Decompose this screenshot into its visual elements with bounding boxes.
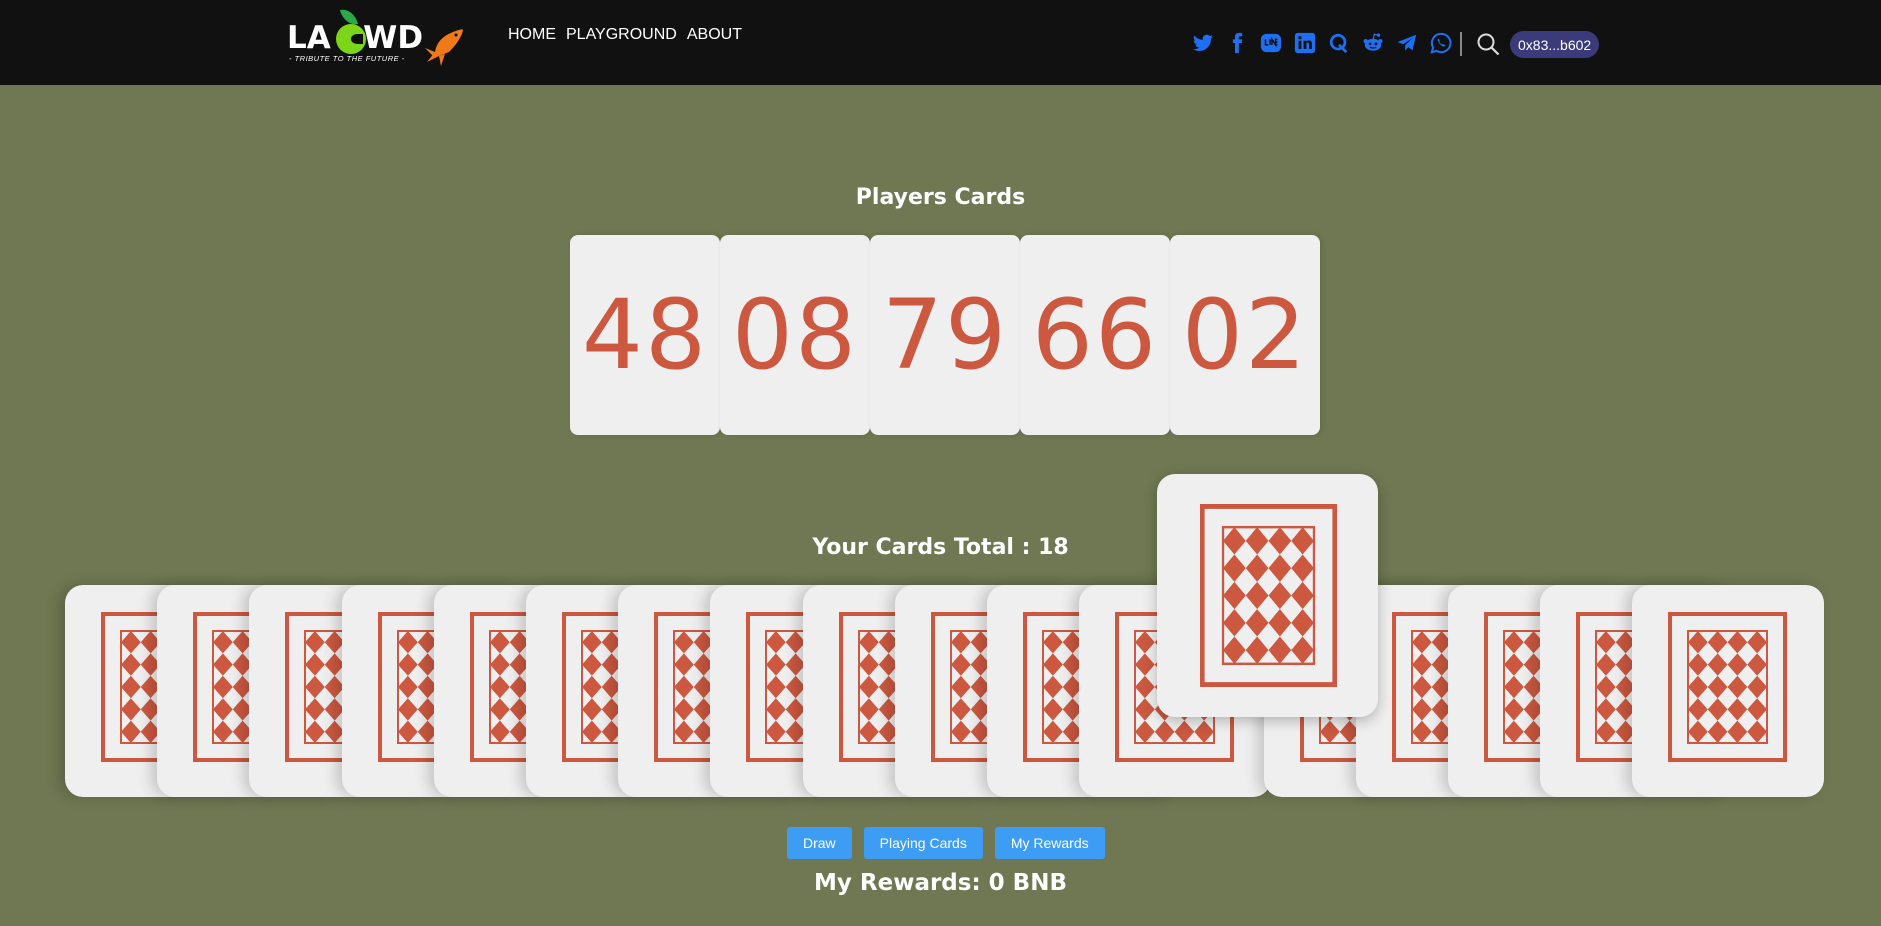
linkedin-icon[interactable] bbox=[1294, 32, 1316, 54]
nav-playground[interactable]: PLAYGROUND bbox=[566, 26, 677, 44]
nav-about[interactable]: ABOUT bbox=[687, 26, 742, 44]
player-card: 08 bbox=[720, 235, 870, 435]
header-divider bbox=[1460, 32, 1462, 56]
your-cards-hand bbox=[0, 0, 1881, 926]
twitter-icon[interactable] bbox=[1192, 32, 1214, 54]
card-back[interactable] bbox=[1157, 474, 1378, 717]
social-links bbox=[1192, 32, 1464, 54]
player-card-number: 02 bbox=[1181, 279, 1309, 391]
fish-icon bbox=[425, 29, 463, 66]
player-card-number: 48 bbox=[581, 279, 709, 391]
your-cards-total: Your Cards Total : 18 bbox=[812, 535, 1069, 560]
logo-tagline: - TRIBUTE TO THE FUTURE - bbox=[289, 54, 405, 63]
players-cards-title: Players Cards bbox=[855, 185, 1026, 210]
player-card: 48 bbox=[570, 235, 720, 435]
my-rewards-button[interactable]: My Rewards bbox=[994, 827, 1105, 859]
reddit-icon[interactable] bbox=[1362, 32, 1384, 54]
facebook-icon[interactable] bbox=[1226, 32, 1248, 54]
top-navbar: LA WD - TRIBUTE TO THE FUTURE - HOME PLA… bbox=[0, 0, 1881, 85]
player-card-number: 79 bbox=[881, 279, 1009, 391]
line-icon[interactable] bbox=[1260, 32, 1282, 54]
my-rewards-total: My Rewards: 0 BNB bbox=[814, 870, 1067, 896]
main-nav: HOME PLAYGROUND ABOUT bbox=[508, 26, 742, 44]
card-back[interactable] bbox=[1632, 585, 1824, 797]
ball-icon bbox=[336, 24, 366, 54]
player-card: 02 bbox=[1170, 235, 1320, 435]
quora-icon[interactable] bbox=[1328, 32, 1350, 54]
nav-home[interactable]: HOME bbox=[508, 26, 556, 44]
wallet-address-button[interactable]: 0x83...b602 bbox=[1510, 31, 1600, 58]
player-card: 79 bbox=[870, 235, 1020, 435]
telegram-icon[interactable] bbox=[1396, 32, 1418, 54]
search-icon[interactable] bbox=[1476, 32, 1500, 56]
draw-button[interactable]: Draw bbox=[787, 827, 852, 859]
player-card: 66 bbox=[1020, 235, 1170, 435]
players-cards: 48 08 79 66 02 bbox=[570, 235, 1320, 435]
action-buttons: Draw Playing Cards My Rewards bbox=[787, 827, 1105, 859]
brand-logo[interactable]: LA WD - TRIBUTE TO THE FUTURE - bbox=[285, 6, 465, 66]
player-card-number: 08 bbox=[731, 279, 859, 391]
whatsapp-icon[interactable] bbox=[1430, 32, 1452, 54]
playing-cards-button[interactable]: Playing Cards bbox=[863, 827, 983, 859]
player-card-number: 66 bbox=[1031, 279, 1159, 391]
